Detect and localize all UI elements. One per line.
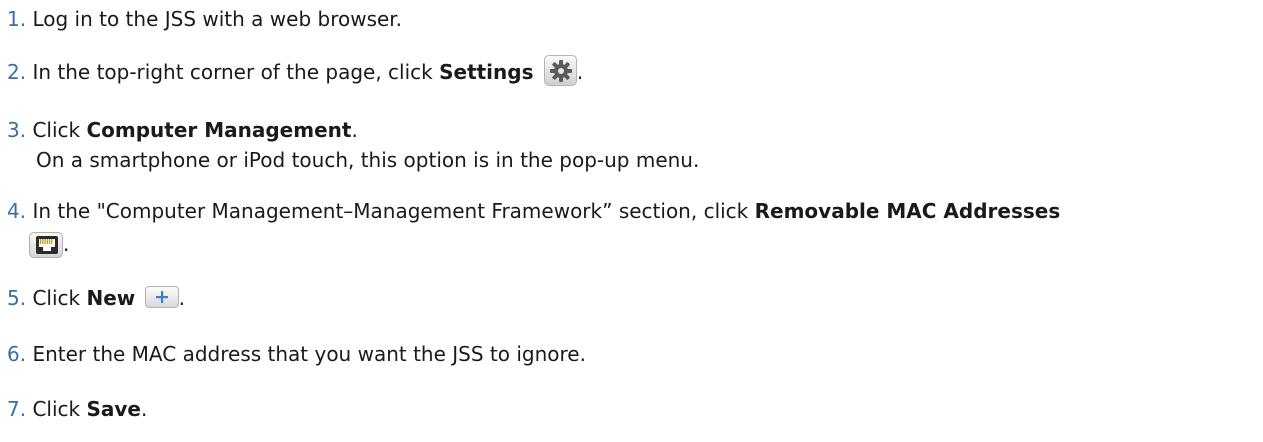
step-text: Click bbox=[32, 118, 87, 142]
network-port-icon bbox=[29, 232, 63, 258]
step-note: On a smartphone or iPod touch, this opti… bbox=[36, 148, 700, 172]
plus-icon bbox=[144, 286, 179, 308]
step-text: In the "Computer Management–Management F… bbox=[32, 199, 755, 223]
save-label: Save bbox=[86, 397, 141, 421]
step-7: 7. Click Save. bbox=[7, 394, 147, 424]
computer-management-label: Computer Management bbox=[86, 118, 352, 142]
step-6: 6. Enter the MAC address that you want t… bbox=[7, 339, 586, 369]
removable-mac-addresses-label: Removable MAC Addresses bbox=[754, 199, 1061, 223]
step-text: Enter the MAC address that you want the … bbox=[32, 342, 586, 366]
step-text: Log in to the JSS with a web browser. bbox=[32, 7, 403, 31]
step-text: In the top-right corner of the page, cli… bbox=[32, 60, 440, 84]
step-text-end: . bbox=[351, 118, 358, 142]
step-5: 5. Click New . bbox=[7, 283, 185, 313]
step-number: 7. bbox=[7, 397, 27, 421]
step-4: 4. In the "Computer Management–Managemen… bbox=[7, 196, 1060, 259]
step-text: Click bbox=[32, 286, 87, 310]
step-text-end: . bbox=[140, 397, 148, 421]
step-number: 2. bbox=[7, 60, 27, 84]
step-number: 1. bbox=[7, 7, 27, 31]
step-text-end: . bbox=[576, 60, 584, 84]
gear-icon bbox=[543, 55, 577, 86]
new-label: New bbox=[86, 286, 136, 310]
step-number: 3. bbox=[7, 118, 27, 142]
step-3: 3. Click Computer Management. On a smart… bbox=[7, 115, 699, 175]
step-text: Click bbox=[32, 397, 87, 421]
step-2: 2. In the top-right corner of the page, … bbox=[7, 55, 583, 87]
step-1: 1. Log in to the JSS with a web browser. bbox=[7, 4, 402, 34]
step-4-continuation: . bbox=[7, 229, 1060, 259]
step-text-end: . bbox=[178, 286, 185, 310]
step-number: 6. bbox=[7, 342, 27, 366]
step-number: 4. bbox=[7, 199, 27, 223]
settings-label: Settings bbox=[439, 60, 534, 84]
step-text-end: . bbox=[63, 232, 70, 256]
step-number: 5. bbox=[7, 286, 27, 310]
